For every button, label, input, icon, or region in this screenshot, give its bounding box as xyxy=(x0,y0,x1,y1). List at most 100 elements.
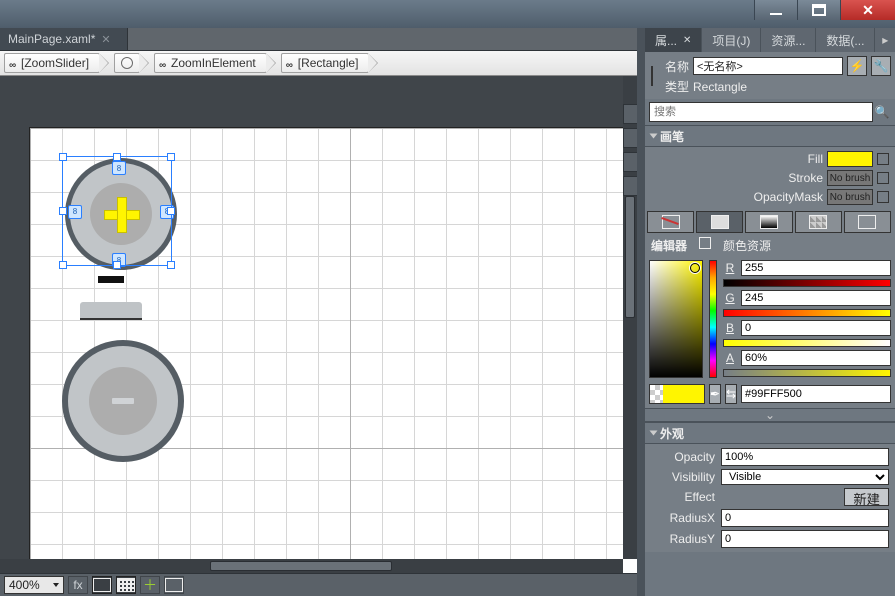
infinity-icon xyxy=(159,57,169,67)
section-brush-header[interactable]: 画笔 xyxy=(645,125,895,147)
breadcrumb-label: [ZoomSlider] xyxy=(21,56,89,70)
visibility-select[interactable]: Visible xyxy=(721,469,889,485)
document-tab-close-icon[interactable]: ✕ xyxy=(101,33,110,46)
property-search-input[interactable] xyxy=(649,102,873,122)
brush-stroke-row[interactable]: Stroke No brush xyxy=(651,170,889,186)
name-input[interactable] xyxy=(693,57,843,75)
search-icon: 🔍 xyxy=(873,103,891,121)
view-events-button[interactable]: ⚡ xyxy=(847,56,867,76)
tab-resources[interactable]: 资源... xyxy=(761,28,816,52)
view-tool-4[interactable]: ＋ xyxy=(140,576,160,594)
status-bar: 400% fx ＋ xyxy=(0,573,637,596)
small-black-rect xyxy=(98,276,124,283)
selected-object-header: 名称 ⚡ 🔧 类型 Rectangle xyxy=(645,52,895,99)
breadcrumb-zoominelement[interactable]: ZoomInElement xyxy=(154,53,267,73)
breadcrumb-rectangle[interactable]: [Rectangle] xyxy=(281,53,370,73)
color-sv-picker[interactable] xyxy=(649,260,703,378)
dock-button[interactable] xyxy=(623,176,637,196)
view-properties-button[interactable]: 🔧 xyxy=(871,56,891,76)
window-maximize-button[interactable] xyxy=(797,0,840,20)
design-canvas[interactable]: 8 8 8 8 xyxy=(0,76,637,573)
document-tab-bar: MainPage.xaml* ✕ xyxy=(0,28,637,51)
brush-type-solid[interactable] xyxy=(696,211,743,233)
name-label: 名称 xyxy=(659,58,689,75)
tab-project[interactable]: 项目(J) xyxy=(702,28,761,52)
brush-type-resource[interactable] xyxy=(844,211,891,233)
breadcrumb-label: [Rectangle] xyxy=(298,56,359,70)
picker-resource-tab[interactable]: 颜色资源 xyxy=(719,237,775,254)
brush-type-gradient[interactable] xyxy=(745,211,792,233)
grip-rect xyxy=(80,302,142,320)
document-tab-title: MainPage.xaml* xyxy=(8,32,95,46)
box-icon xyxy=(165,578,183,592)
brush-type-none[interactable] xyxy=(647,211,694,233)
view-tool-5[interactable] xyxy=(164,576,184,594)
maximize-icon xyxy=(812,4,826,16)
advanced-marker[interactable] xyxy=(877,191,889,203)
infinity-icon xyxy=(9,57,19,67)
window-close-button[interactable]: ✕ xyxy=(840,0,895,20)
view-tool-2[interactable] xyxy=(92,576,112,594)
tab-data[interactable]: 数据(... xyxy=(816,28,875,52)
artboard: 8 8 8 8 xyxy=(30,128,637,573)
eyedropper-button[interactable]: ✒ xyxy=(709,384,721,404)
dock-button[interactable] xyxy=(623,152,637,172)
a-input[interactable] xyxy=(741,350,891,366)
brush-type-toolbar xyxy=(645,209,895,235)
brush-type-tile[interactable] xyxy=(795,211,842,233)
horizontal-scrollbar[interactable] xyxy=(0,559,623,573)
radiusx-input[interactable] xyxy=(721,509,889,527)
plus-icon: ＋ xyxy=(143,580,157,590)
selection-outline[interactable] xyxy=(62,156,172,266)
document-tab[interactable]: MainPage.xaml* ✕ xyxy=(0,28,128,50)
infinity-icon xyxy=(286,57,296,67)
view-tool-3[interactable] xyxy=(116,576,136,594)
breadcrumb-zoomslider[interactable]: [ZoomSlider] xyxy=(4,53,100,73)
r-input[interactable] xyxy=(741,260,891,276)
brush-fill-row[interactable]: Fill xyxy=(651,151,889,167)
opacity-input[interactable] xyxy=(721,448,889,466)
fill-swatch xyxy=(827,151,873,167)
snap-icon xyxy=(117,578,135,592)
wrench-icon: 🔧 xyxy=(874,59,889,73)
type-value: Rectangle xyxy=(693,80,747,94)
expand-icon xyxy=(650,134,658,139)
zoom-out-knob xyxy=(62,340,184,462)
effect-new-button[interactable]: 新建 xyxy=(844,488,889,506)
hue-slider[interactable] xyxy=(709,260,717,378)
tab-properties[interactable]: 属...✕ xyxy=(645,28,702,52)
zoom-combo[interactable]: 400% xyxy=(4,576,64,594)
swap-colors-button[interactable]: ⇆ xyxy=(725,384,737,404)
right-panel-tabs: 属...✕ 项目(J) 资源... 数据(... ▸ xyxy=(645,28,895,52)
breadcrumb-target[interactable] xyxy=(114,53,140,73)
brush-opacitymask-row[interactable]: OpacityMask No brush xyxy=(651,189,889,205)
radiusy-input[interactable] xyxy=(721,530,889,548)
panel-splitter[interactable] xyxy=(637,28,645,596)
breadcrumb-label: ZoomInElement xyxy=(171,56,256,70)
picker-mode-tabs: 编辑器 颜色资源 xyxy=(645,235,895,256)
g-input[interactable] xyxy=(741,290,891,306)
section-appearance-header[interactable]: 外观 xyxy=(645,422,895,444)
type-label: 类型 xyxy=(659,78,689,95)
dock-button[interactable] xyxy=(623,104,637,124)
hex-input[interactable] xyxy=(741,385,891,403)
section-expander[interactable]: ⌄ xyxy=(645,408,895,422)
breadcrumb-bar: [ZoomSlider] ZoomInElement [Rectangle] xyxy=(0,51,637,76)
grid-icon xyxy=(93,578,111,592)
b-input[interactable] xyxy=(741,320,891,336)
object-type-swatch xyxy=(651,66,653,86)
expand-icon xyxy=(650,431,658,436)
view-tool-1[interactable]: fx xyxy=(68,576,88,594)
picker-editor-tab[interactable]: 编辑器 xyxy=(647,237,691,254)
advanced-marker[interactable] xyxy=(877,172,889,184)
eyedropper-icon: ✒ xyxy=(710,387,720,401)
window-minimize-button[interactable] xyxy=(754,0,797,20)
target-icon xyxy=(121,57,133,69)
tabs-overflow-button[interactable]: ▸ xyxy=(875,28,895,52)
advanced-marker[interactable] xyxy=(877,153,889,165)
effects-icon: fx xyxy=(73,578,82,592)
window-titlebar: ✕ xyxy=(0,0,895,28)
color-preview-swatch xyxy=(649,384,705,404)
swap-icon: ⇆ xyxy=(726,387,736,401)
dock-button[interactable] xyxy=(623,128,637,148)
